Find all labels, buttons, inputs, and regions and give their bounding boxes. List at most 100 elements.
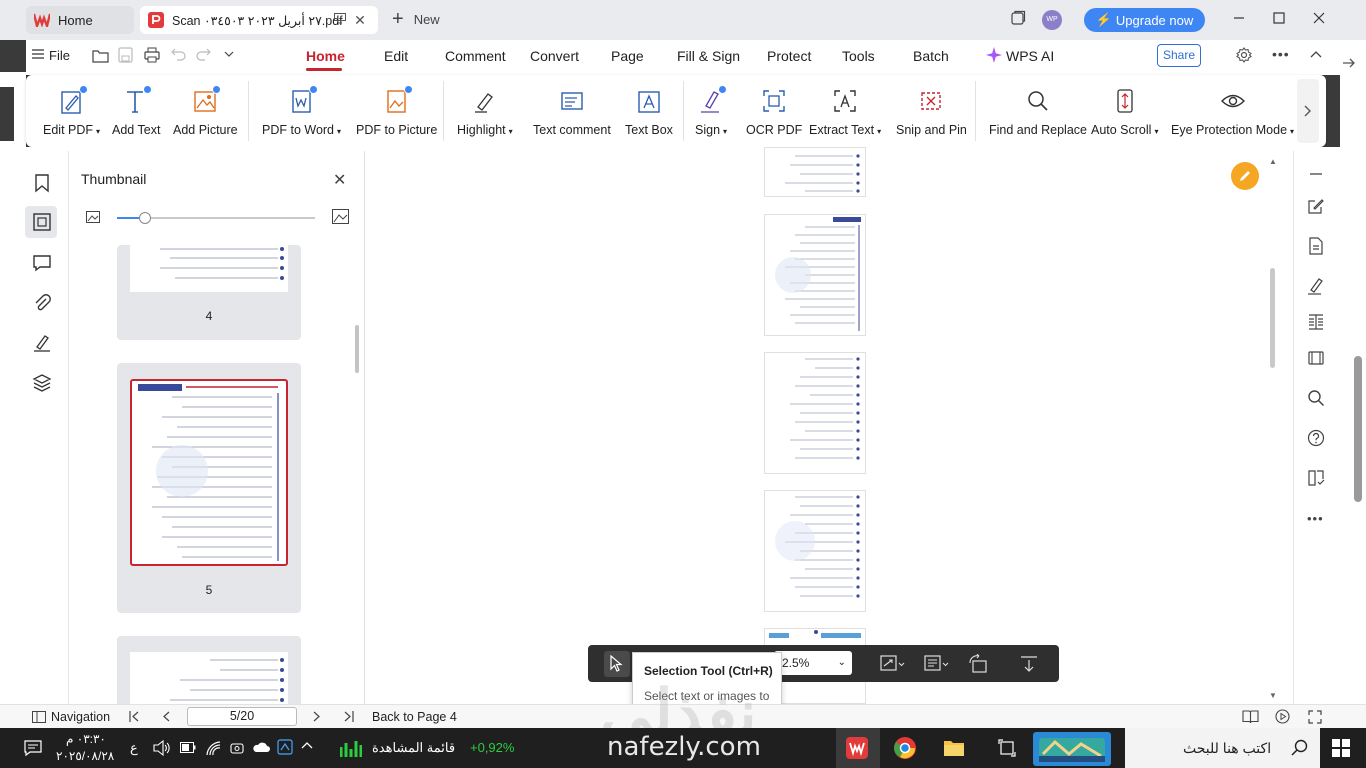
thumbnail-page-4[interactable]: 4 [117,245,301,340]
onedrive-icon[interactable] [252,741,270,753]
page-number-input[interactable]: 5/20 [187,707,297,726]
text-box-button[interactable]: Text Box [625,88,673,137]
highlight-button[interactable]: Highlight ▾ [457,88,513,137]
undo-icon[interactable] [171,48,186,61]
pen-icon[interactable] [1307,277,1325,295]
maximize-icon[interactable] [1271,10,1289,28]
file-explorer-icon[interactable] [943,738,965,758]
open-folder-icon[interactable] [92,48,109,63]
fit-page-icon[interactable] [880,654,905,674]
pdf-to-picture-button[interactable]: PDF to Picture [356,85,437,137]
scroll-down-arrow-icon[interactable]: ▼ [1269,691,1277,700]
download-icon[interactable] [1019,654,1039,674]
collapse-ribbon-icon[interactable] [1310,50,1322,58]
battery-icon[interactable] [180,742,196,753]
menu-comment[interactable]: Comment [445,48,506,64]
search-icon[interactable] [1307,389,1325,407]
wifi-icon[interactable] [205,740,221,756]
small-image-icon[interactable] [86,211,100,223]
volume-icon[interactable] [153,740,171,756]
tab-home[interactable]: Home [26,6,134,34]
eye-protection-button[interactable]: Eye Protection Mode ▾ [1171,88,1294,137]
monitor-icon[interactable] [334,13,346,24]
stocks-chart-icon[interactable] [340,737,362,759]
menu-page[interactable]: Page [611,48,644,64]
upgrade-button[interactable]: ⚡ Upgrade now [1084,8,1205,32]
chevron-down-icon[interactable] [224,51,234,58]
taskbar-wps-app[interactable] [836,728,880,768]
edit-document-icon[interactable] [1307,197,1325,215]
add-text-button[interactable]: Add Text [112,85,160,137]
play-icon[interactable] [1275,709,1290,724]
scroll-right-arrow-icon[interactable] [1342,56,1356,70]
cloud-sync-icon[interactable] [277,739,293,755]
auto-scroll-button[interactable]: Auto Scroll ▾ [1091,88,1158,137]
help-icon[interactable] [1307,429,1325,447]
navigation-toggle[interactable]: Navigation [51,710,110,724]
share-button[interactable]: Share [1157,44,1201,67]
attachment-icon[interactable] [32,293,52,313]
document-scrollbar[interactable] [1270,268,1275,368]
chrome-icon[interactable] [893,736,917,760]
find-replace-button[interactable]: Find and Replace [989,88,1087,137]
ocr-pdf-button[interactable]: OCR PDF [746,88,802,137]
hamburger-icon[interactable] [32,48,44,60]
thumbnail-icon[interactable] [32,212,52,232]
document-page[interactable] [764,490,866,612]
menu-convert[interactable]: Convert [530,48,579,64]
scroll-up-arrow-icon[interactable]: ▲ [1269,157,1277,166]
ribbon-scroll-right-button[interactable] [1297,79,1319,143]
windows-start-icon[interactable] [1332,739,1350,757]
tab-document[interactable]: Scan ٢٧ أبريل ٢٠٢٣ ٠٣٤٥٠٣.pdf ✕ [140,6,378,34]
menu-home[interactable]: Home [306,48,345,64]
menu-batch[interactable]: Batch [913,48,949,64]
stamp-icon[interactable] [1307,349,1325,367]
menu-wps-ai[interactable]: WPS AI [1006,48,1054,64]
settings-icon[interactable] [1236,47,1252,63]
notification-icon[interactable] [24,739,42,757]
save-icon[interactable] [118,47,133,63]
meet-now-icon[interactable] [230,740,244,756]
split-view-icon[interactable] [1307,313,1325,331]
close-window-icon[interactable] [1311,10,1329,28]
minimize-icon[interactable] [1231,10,1249,28]
page-tools-icon[interactable] [1307,237,1325,255]
pdf-to-word-button[interactable]: PDF to Word ▾ [262,85,341,137]
chevron-up-icon[interactable] [301,741,313,749]
document-page[interactable] [764,352,866,474]
zoom-select[interactable]: 2.5% ⌄ [774,651,852,675]
read-mode-icon[interactable] [1307,469,1325,487]
layers-icon[interactable] [32,373,52,393]
taskbar-search-box[interactable]: اكتب هنا للبحث [1125,728,1320,768]
back-to-page-link[interactable]: Back to Page 4 [372,710,457,724]
comment-icon[interactable] [32,253,52,273]
menu-tools[interactable]: Tools [842,48,875,64]
last-page-icon[interactable] [344,711,354,722]
page-layout-icon[interactable] [924,654,949,674]
thumbnail-page-6[interactable] [117,636,301,704]
avatar[interactable]: WP [1042,10,1062,30]
more-icon[interactable]: ••• [1272,46,1290,62]
snip-and-pin-button[interactable]: Snip and Pin [896,88,967,137]
document-page[interactable] [764,214,866,336]
add-picture-button[interactable]: Add Picture [173,85,238,137]
text-comment-button[interactable]: Text comment [533,88,611,137]
thumbnail-page-5[interactable]: 5 [117,363,301,613]
edit-pdf-button[interactable]: Edit PDF ▾ [43,85,100,137]
watchlist-label[interactable]: قائمة المشاهدة [372,740,455,756]
document-page[interactable] [764,147,866,197]
redo-icon[interactable] [196,48,211,61]
first-page-icon[interactable] [129,711,139,722]
clock-time[interactable]: ٠٣:٣٠ م [66,732,106,746]
menu-fill-sign[interactable]: Fill & Sign [677,48,740,64]
extract-text-button[interactable]: Extract Text ▾ [809,88,881,137]
previous-page-icon[interactable] [162,711,170,722]
thumbnail-scrollbar[interactable] [355,325,359,373]
edit-floating-button[interactable] [1231,162,1259,190]
fullscreen-icon[interactable] [1308,710,1322,724]
signature-panel-icon[interactable] [32,333,52,353]
collapse-panel-icon[interactable] [1307,165,1325,183]
restore-window-icon[interactable] [1010,10,1028,28]
task-view-icon[interactable] [998,739,1016,757]
sign-button[interactable]: Sign ▾ [695,85,727,137]
